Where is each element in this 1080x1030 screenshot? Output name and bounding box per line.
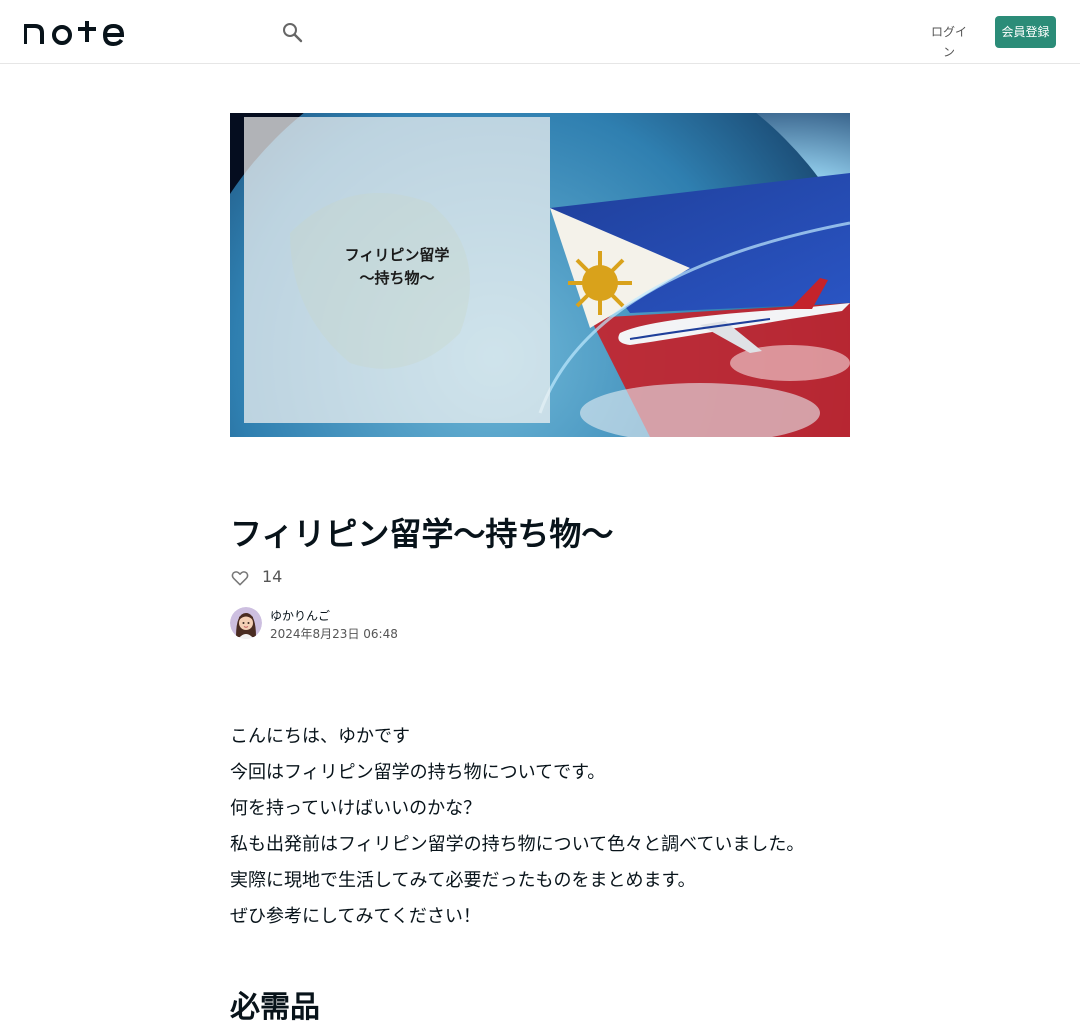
author-avatar[interactable]	[230, 607, 262, 639]
body-paragraph: こんにちは、ゆかです	[230, 726, 410, 747]
heart-outline-icon[interactable]	[230, 568, 250, 588]
body-paragraph: 今回はフィリピン留学の持ち物についてです。	[230, 762, 606, 783]
section-heading: 必需品	[230, 990, 320, 1025]
login-link[interactable]: ログイン	[926, 22, 972, 59]
site-header: ログイン 会員登録	[0, 0, 1080, 64]
article-title: フィリピン留学〜持ち物〜	[230, 515, 614, 553]
signup-button[interactable]: 会員登録	[995, 16, 1056, 48]
body-paragraph: 実際に現地で生活してみて必要だったものをまとめます。	[230, 870, 696, 891]
article-body: こんにちは、ゆかです 今回はフィリピン留学の持ち物についてです。 何を持っていけ…	[230, 719, 850, 935]
eyecatch-caption-line1: フィリピン留学	[344, 246, 450, 264]
body-paragraph: 私も出発前はフィリピン留学の持ち物について色々と調べていました。	[230, 834, 805, 855]
author-name[interactable]: ゆかりんご	[270, 607, 330, 625]
post-date: 2024年8月23日 06:48	[270, 627, 398, 641]
search-icon[interactable]	[280, 20, 304, 44]
eyecatch-caption-line2: 〜持ち物〜	[359, 269, 435, 287]
note-logo[interactable]	[24, 18, 124, 46]
body-paragraph: ぜひ参考にしてみてください！	[230, 906, 481, 927]
like-count: 14	[262, 567, 283, 586]
eyecatch-caption: フィリピン留学 〜持ち物〜	[244, 244, 550, 290]
body-paragraph: 何を持っていけばいいのかな？	[230, 798, 482, 819]
